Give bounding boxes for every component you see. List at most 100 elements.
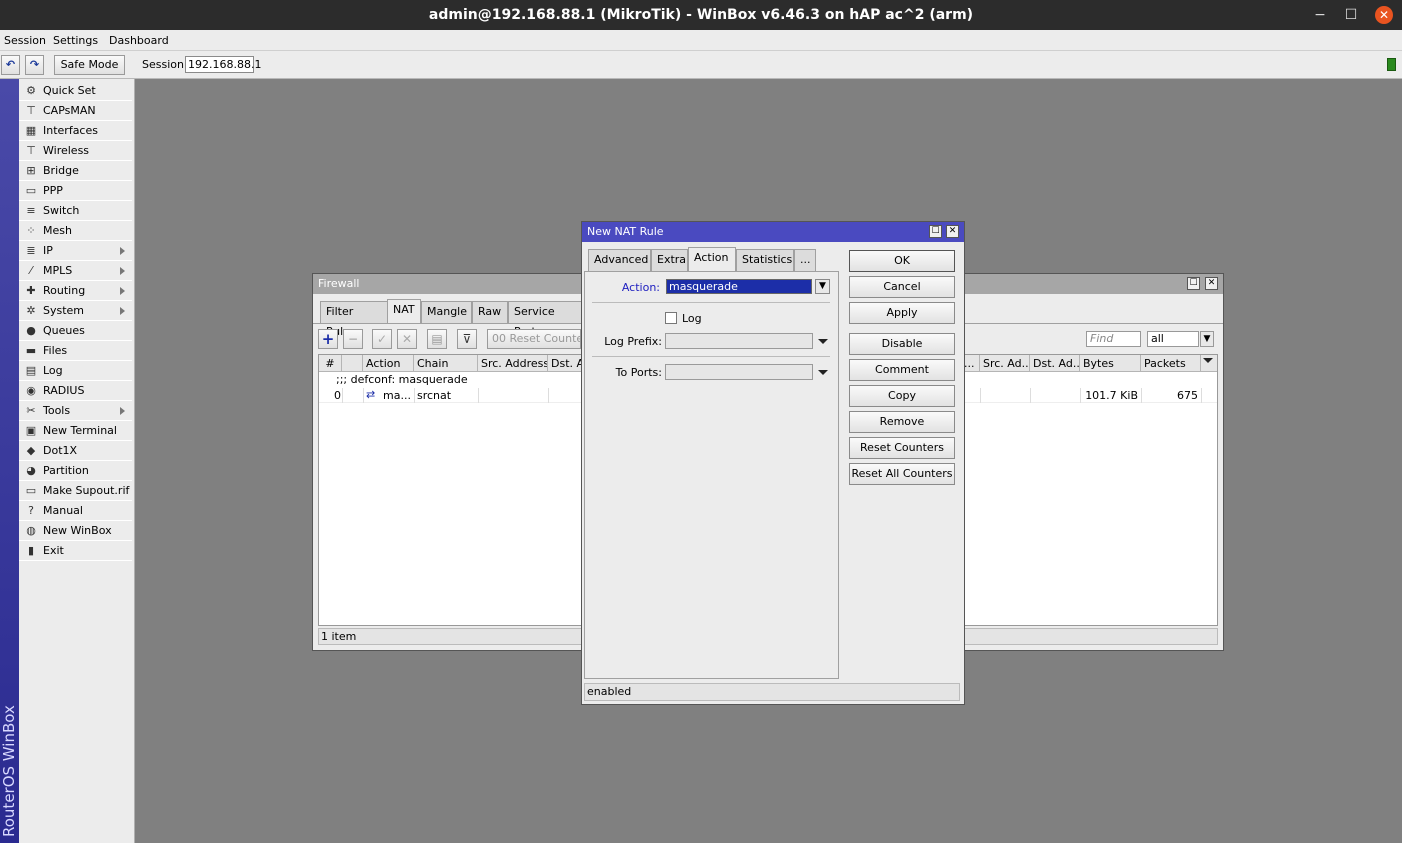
remove-button[interactable]: Remove	[849, 411, 955, 433]
sidebar-item-interfaces[interactable]: ▦ Interfaces	[19, 121, 132, 141]
comment-icon[interactable]: ▤	[427, 329, 447, 349]
row-packets: 675	[1177, 389, 1198, 402]
log-icon: ▤	[25, 363, 37, 377]
close-icon[interactable]: ✕	[1375, 6, 1393, 24]
col-number[interactable]: #	[319, 355, 342, 372]
sidebar-item-manual[interactable]: ? Manual	[19, 501, 132, 521]
sidebar-item-label: RADIUS	[43, 384, 85, 397]
col-bytes[interactable]: Bytes	[1080, 355, 1141, 372]
log-checkbox[interactable]	[665, 312, 677, 324]
col-hidden[interactable]: ...	[964, 355, 980, 372]
filter-select[interactable]: all	[1147, 331, 1199, 347]
cancel-button[interactable]: Cancel	[849, 276, 955, 298]
tab-raw[interactable]: Raw	[472, 301, 508, 323]
sidebar-item-quick-set[interactable]: ⚙ Quick Set	[19, 81, 132, 101]
enable-icon[interactable]: ✓	[372, 329, 392, 349]
sidebar-item-files[interactable]: ▬ Files	[19, 341, 132, 361]
system-icon: ✲	[26, 303, 36, 317]
maximize-icon[interactable]: ☐	[1342, 6, 1360, 24]
sidebar-item-ip[interactable]: ≣ IP	[19, 241, 132, 261]
filter-icon[interactable]: ⊽	[457, 329, 477, 349]
sidebar-item-wireless[interactable]: ⊤ Wireless	[19, 141, 132, 161]
expand-icon[interactable]	[818, 370, 828, 375]
sidebar-item-dot1x[interactable]: ◆ Dot1X	[19, 441, 132, 461]
reset-all-counters-button[interactable]: Reset All Counters	[849, 463, 955, 485]
sidebar-item-bridge[interactable]: ⊞ Bridge	[19, 161, 132, 181]
sidebar-item-mesh[interactable]: ⁘ Mesh	[19, 221, 132, 241]
session-input[interactable]: 192.168.88.1	[185, 56, 261, 73]
sidebar-item-label: Files	[43, 344, 68, 357]
files-icon: ▬	[25, 343, 37, 357]
sidebar-item-routing[interactable]: ✚ Routing	[19, 281, 132, 301]
tab-action[interactable]: Action	[688, 247, 736, 271]
tab-advanced[interactable]: Advanced	[588, 249, 651, 271]
tab-nat[interactable]: NAT	[387, 299, 421, 323]
maximize-icon[interactable]: ☐	[929, 225, 942, 238]
copy-button[interactable]: Copy	[849, 385, 955, 407]
menu-session[interactable]: Session	[4, 34, 46, 47]
sidebar-item-exit[interactable]: ▮ Exit	[19, 541, 132, 561]
tab-extra[interactable]: Extra	[651, 249, 688, 271]
close-icon[interactable]: ✕	[946, 225, 959, 238]
expand-icon[interactable]	[818, 339, 828, 344]
col-src-address-list[interactable]: Src. Ad...	[980, 355, 1030, 372]
col-chain[interactable]: Chain	[414, 355, 478, 372]
find-input[interactable]: Find	[1086, 331, 1141, 347]
undo-icon[interactable]: ↶	[1, 55, 20, 75]
reset-counters-button[interactable]: 00 Reset Counters	[487, 329, 581, 349]
redo-icon[interactable]: ↷	[25, 55, 44, 75]
chevron-down-icon[interactable]: ▼	[1200, 331, 1214, 347]
switch-icon: ≡	[26, 203, 36, 217]
safe-mode-button[interactable]: Safe Mode	[54, 55, 125, 75]
add-icon[interactable]: +	[318, 329, 338, 349]
col-dst-address-list[interactable]: Dst. Ad...	[1030, 355, 1080, 372]
apply-button[interactable]: Apply	[849, 302, 955, 324]
sidebar-item-new-winbox[interactable]: ◍ New WinBox	[19, 521, 132, 541]
disable-button[interactable]: Disable	[849, 333, 955, 355]
sidebar-item-switch[interactable]: ≡ Switch	[19, 201, 132, 221]
minimize-icon[interactable]: −	[1311, 6, 1329, 24]
sidebar-item-label: System	[43, 304, 85, 317]
sidebar-item-mpls[interactable]: ⁄ MPLS	[19, 261, 132, 281]
menu-settings[interactable]: Settings	[53, 34, 98, 47]
col-src-address[interactable]: Src. Address	[478, 355, 548, 372]
close-icon[interactable]: ✕	[1205, 277, 1218, 290]
sidebar-item-partition[interactable]: ◕ Partition	[19, 461, 132, 481]
chevron-down-icon[interactable]: ▼	[815, 279, 830, 294]
tab-service-ports[interactable]: Service Ports	[508, 301, 588, 338]
col-flags[interactable]	[342, 355, 363, 372]
col-dst-address[interactable]: Dst. Ad	[548, 355, 584, 372]
sidebar-item-log[interactable]: ▤ Log	[19, 361, 132, 381]
exit-icon: ▮	[27, 543, 35, 557]
sidebar-item-capsman[interactable]: ⊤ CAPsMAN	[19, 101, 132, 121]
col-action[interactable]: Action	[363, 355, 414, 372]
tab-mangle[interactable]: Mangle	[421, 301, 472, 323]
submenu-arrow-icon	[120, 407, 125, 415]
sidebar-item-ppp[interactable]: ▭ PPP	[19, 181, 132, 201]
sidebar-item-system[interactable]: ✲ System	[19, 301, 132, 321]
tab-statistics[interactable]: Statistics	[736, 249, 794, 271]
nat-rule-dialog: New NAT Rule ☐ ✕ Advanced Extra Action S…	[581, 221, 965, 705]
sidebar-item-radius[interactable]: ◉ RADIUS	[19, 381, 132, 401]
column-menu-icon[interactable]	[1203, 358, 1213, 363]
ok-button[interactable]: OK	[849, 250, 955, 272]
sidebar-item-label: Routing	[43, 284, 86, 297]
sidebar-item-queues[interactable]: ● Queues	[19, 321, 132, 341]
log-prefix-input[interactable]	[665, 333, 813, 349]
reset-counters-button[interactable]: Reset Counters	[849, 437, 955, 459]
sidebar: ⚙ Quick Set ⊤ CAPsMAN ▦ Interfaces ⊤ Wireless ⊞ B…	[19, 79, 135, 843]
to-ports-input[interactable]	[665, 364, 813, 380]
tab-more[interactable]: ...	[794, 249, 816, 271]
partition-icon: ◕	[26, 463, 36, 477]
tab-filter-rules[interactable]: Filter Rules	[320, 301, 388, 338]
action-select[interactable]: masquerade	[666, 279, 812, 294]
sidebar-item-make-supout-rif[interactable]: ▭ Make Supout.rif	[19, 481, 132, 501]
maximize-icon[interactable]: ☐	[1187, 277, 1200, 290]
menu-dashboard[interactable]: Dashboard	[109, 34, 169, 47]
comment-button[interactable]: Comment	[849, 359, 955, 381]
sidebar-item-new-terminal[interactable]: ▣ New Terminal	[19, 421, 132, 441]
remove-icon[interactable]: −	[343, 329, 363, 349]
sidebar-item-tools[interactable]: ✂ Tools	[19, 401, 132, 421]
disable-icon[interactable]: ✕	[397, 329, 417, 349]
col-packets[interactable]: Packets	[1141, 355, 1201, 372]
